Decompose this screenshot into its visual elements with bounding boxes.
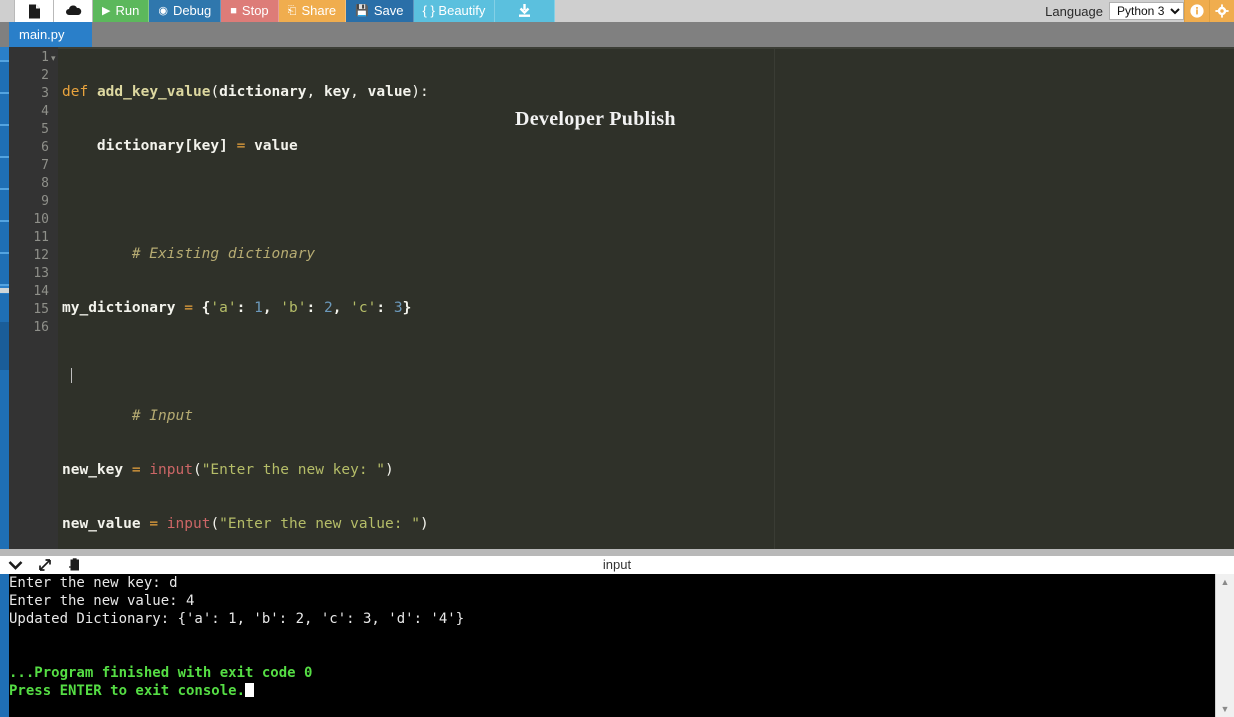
line-number: 11	[33, 229, 49, 247]
new-file-button[interactable]	[14, 0, 54, 22]
console-title: input	[0, 556, 1234, 574]
line-number: 12	[33, 247, 49, 265]
code-content[interactable]: def add_key_value(dictionary, key, value…	[62, 47, 481, 549]
console-paste-button[interactable]	[60, 556, 90, 574]
console-line-prompt: Press ENTER to exit console.	[9, 682, 1216, 700]
download-icon	[517, 4, 532, 18]
line-number: 7	[41, 157, 49, 175]
online-compiler-window: ▶ Run ◉ Debug ■ Stop ⎗ Share 💾 Save { } …	[0, 0, 1234, 717]
line-number: 16	[33, 319, 49, 337]
print-margin-guide	[774, 49, 775, 549]
line-number: 9	[41, 193, 49, 211]
run-button-label: Run	[115, 0, 139, 22]
upload-file-button[interactable]	[54, 0, 93, 22]
debug-button[interactable]: ◉ Debug	[149, 0, 221, 22]
line-number: 14	[33, 283, 49, 301]
editor-gutter: 1 2 3 4 5 6 7 8 9 10 11 12 13 14 15 16 ▾	[9, 47, 58, 549]
left-sidebar-bottom-strip[interactable]	[0, 660, 9, 717]
clipboard-paste-icon	[68, 558, 82, 572]
console-line: Updated Dictionary: {'a': 1, 'b': 2, 'c'…	[9, 610, 1216, 628]
line-number: 5	[41, 121, 49, 139]
language-selector-group: Language Python 3	[1045, 0, 1184, 22]
console-cursor	[245, 683, 254, 697]
line-number: 1	[41, 49, 49, 67]
code-line	[62, 191, 481, 209]
save-button-label: Save	[374, 0, 404, 22]
console-blank-line	[9, 646, 1216, 664]
watermark-text: Developer Publish	[515, 108, 676, 131]
line-number: 4	[41, 103, 49, 121]
console-expand-button[interactable]	[30, 556, 60, 574]
code-line: dictionary[key] = value	[62, 137, 481, 155]
share-button[interactable]: ⎗ Share	[279, 0, 347, 22]
line-number: 15	[33, 301, 49, 319]
console-toolbar: input	[0, 556, 1234, 574]
console-line: Enter the new key: d	[9, 574, 1216, 592]
triangle-up-icon[interactable]: ▲	[1219, 576, 1231, 588]
info-icon	[1190, 4, 1204, 18]
save-button[interactable]: 💾 Save	[346, 0, 413, 22]
settings-button[interactable]	[1209, 0, 1234, 22]
toolbar-spacer	[555, 0, 1045, 22]
file-tab-bar: main.py	[0, 22, 1234, 47]
line-number: 13	[33, 265, 49, 283]
console-prompt-text: Press ENTER to exit console.	[9, 683, 245, 699]
code-line: # Input	[62, 407, 481, 425]
console-collapse-button[interactable]	[0, 556, 30, 574]
play-icon: ▶	[102, 0, 110, 22]
console-line: Enter the new value: 4	[9, 592, 1216, 610]
debug-circle-icon: ◉	[158, 0, 168, 22]
upload-cloud-icon	[65, 4, 82, 18]
console-output[interactable]: Enter the new key: d Enter the new value…	[9, 574, 1216, 717]
share-icon: ⎗	[288, 0, 297, 22]
stop-square-icon: ■	[230, 0, 237, 22]
language-select[interactable]: Python 3	[1109, 2, 1184, 20]
share-button-label: Share	[301, 0, 336, 22]
code-fold-toggle[interactable]: ▾	[51, 49, 56, 67]
beautify-button-label: { } Beautify	[423, 0, 486, 22]
line-number: 2	[41, 67, 49, 85]
file-tab-label: main.py	[19, 27, 65, 42]
console-resize-handle[interactable]	[0, 549, 1234, 556]
chevron-down-icon	[8, 560, 23, 570]
stop-button[interactable]: ■ Stop	[221, 0, 278, 22]
code-line: new_key = input("Enter the new key: ")	[62, 461, 481, 479]
line-number: 6	[41, 139, 49, 157]
code-line: def add_key_value(dictionary, key, value…	[62, 83, 481, 101]
expand-arrows-icon	[38, 558, 53, 572]
console-blank-line	[9, 628, 1216, 646]
download-button[interactable]	[495, 0, 555, 22]
line-number: 8	[41, 175, 49, 193]
triangle-down-icon[interactable]: ▼	[1219, 703, 1231, 715]
debug-button-label: Debug	[173, 0, 211, 22]
code-editor[interactable]: 1 2 3 4 5 6 7 8 9 10 11 12 13 14 15 16 ▾…	[9, 47, 1234, 549]
code-line: my_dictionary = {'a': 1, 'b': 2, 'c': 3}	[62, 299, 481, 317]
info-button[interactable]	[1184, 0, 1209, 22]
top-toolbar: ▶ Run ◉ Debug ■ Stop ⎗ Share 💾 Save { } …	[0, 0, 1234, 22]
code-line: # Existing dictionary	[62, 245, 481, 263]
code-line: new_value = input("Enter the new value: …	[62, 515, 481, 533]
line-number: 3	[41, 85, 49, 103]
floppy-disk-icon: 💾	[355, 0, 369, 22]
left-sidebar-strip[interactable]	[0, 22, 9, 717]
text-cursor	[71, 368, 72, 383]
code-line	[62, 353, 481, 371]
console-scrollbar[interactable]: ▲ ▼	[1215, 574, 1234, 717]
console-line-exit-status: ...Program finished with exit code 0	[9, 664, 1216, 682]
run-button[interactable]: ▶ Run	[93, 0, 149, 22]
gear-icon	[1215, 4, 1229, 18]
line-number: 10	[33, 211, 49, 229]
file-tab-main-py[interactable]: main.py	[9, 22, 92, 47]
beautify-button[interactable]: { } Beautify	[414, 0, 496, 22]
stop-button-label: Stop	[242, 0, 269, 22]
language-label: Language	[1045, 4, 1103, 19]
new-file-icon	[28, 4, 41, 19]
